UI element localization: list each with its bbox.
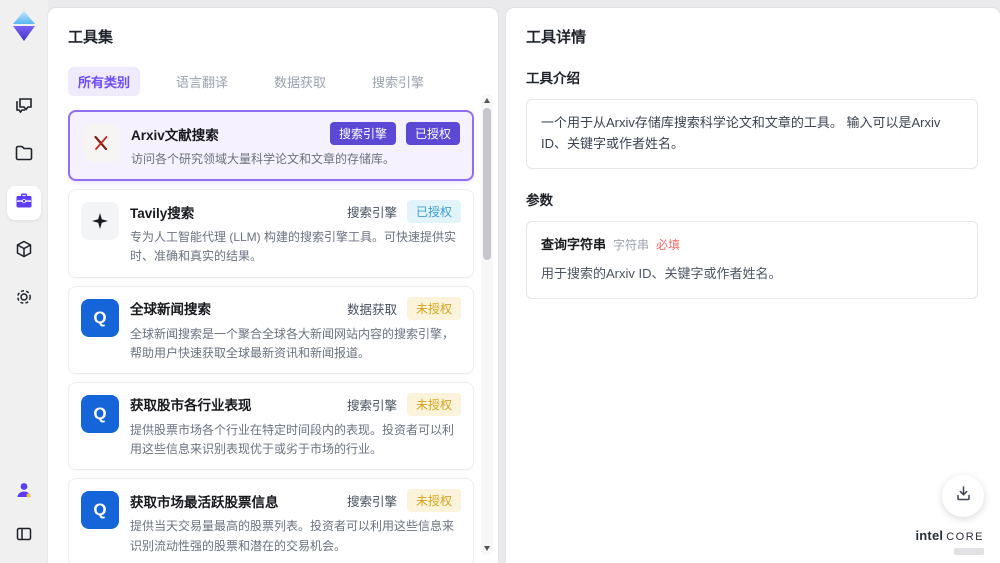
- tab-data-fetch[interactable]: 数据获取: [264, 67, 336, 96]
- tool-card-body: 获取市场最活跃股票信息 搜索引擎 未授权 提供当天交易量最高的股票列表。投资者可…: [130, 489, 461, 555]
- tool-name: Tavily搜索: [130, 205, 195, 221]
- category-label: 搜索引擎: [346, 206, 397, 221]
- folder-icon: [14, 143, 34, 168]
- main-content: 工具集 所有类别 语言翻译 数据获取 搜索引擎 Arxiv文献搜索 搜索引擎 已…: [48, 0, 1000, 563]
- sidebar-item-models[interactable]: [7, 234, 41, 268]
- intro-heading: 工具介绍: [526, 71, 580, 86]
- brand-name: intel: [915, 528, 944, 544]
- news-q-icon: Q: [81, 491, 119, 530]
- tab-language-translation[interactable]: 语言翻译: [166, 67, 238, 96]
- tool-card-arxiv[interactable]: Arxiv文献搜索 搜索引擎 已授权 访问各个研究领域大量科学论文和文章的存储库…: [68, 110, 474, 182]
- tool-card-body: 获取股市各行业表现 搜索引擎 未授权 提供股票市场各个行业在特定时间段内的表现。…: [130, 392, 461, 459]
- tools-panel: 工具集 所有类别 语言翻译 数据获取 搜索引擎 Arxiv文献搜索 搜索引擎 已…: [48, 8, 498, 563]
- auth-badge: 未授权: [406, 489, 461, 513]
- scroll-down-icon[interactable]: [484, 546, 490, 551]
- news-q-icon: Q: [81, 394, 119, 433]
- sparkle-icon: [81, 202, 119, 241]
- brand-logo: intel CORE: [915, 527, 984, 555]
- tool-intro-text: 一个用于从Arxiv存储库搜索科学论文和文章的工具。 输入可以是Arxiv ID…: [526, 99, 978, 169]
- category-label: 数据获取: [346, 302, 397, 317]
- tool-description: 全球新闻搜索是一个聚合全球各大新闻网站内容的搜索引擎，帮助用户快速获取全球最新资…: [130, 326, 455, 360]
- sidebar-item-files[interactable]: [7, 138, 41, 172]
- details-panel-title: 工具详情: [526, 29, 587, 46]
- tool-card-body: 全球新闻搜索 数据获取 未授权 全球新闻搜索是一个聚合全球各大新闻网站内容的搜索…: [130, 296, 461, 363]
- sidebar-item-tools[interactable]: [7, 186, 41, 220]
- tool-name: 获取市场最活跃股票信息: [130, 494, 279, 510]
- panel-toggle-icon: [15, 525, 33, 548]
- auth-badge: 已授权: [406, 200, 461, 224]
- tool-card-tavily[interactable]: Tavily搜索 搜索引擎 已授权 专为人工智能代理 (LLM) 构建的搜索引擎…: [68, 189, 474, 278]
- sidebar-item-settings[interactable]: [7, 282, 41, 316]
- news-q-icon: Q: [81, 298, 119, 337]
- chat-icon: [14, 95, 34, 120]
- auth-badge: 未授权: [406, 296, 461, 320]
- param-type: 字符串: [613, 237, 650, 252]
- tool-list-scrollbar[interactable]: [481, 94, 493, 555]
- tool-card-sector-performance[interactable]: Q 获取股市各行业表现 搜索引擎 未授权 提供股票市场各个行业在特定时间段内的表…: [68, 381, 474, 471]
- brand-subtext-bar: [954, 548, 984, 555]
- tool-description: 提供当天交易量最高的股票列表。投资者可以利用这些信息来识别流动性强的股票和潜在的…: [130, 519, 455, 553]
- tool-description: 提供股票市场各个行业在特定时间段内的表现。投资者可以利用这些信息来识别表现优于或…: [130, 422, 455, 457]
- tool-name: Arxiv文献搜索: [131, 127, 219, 143]
- gear-icon: [14, 287, 34, 312]
- sidebar-bottom: [7, 475, 41, 553]
- tool-name: 获取股市各行业表现: [130, 398, 252, 414]
- tool-description: 专为人工智能代理 (LLM) 构建的搜索引擎工具。可快速提供实时、准确和真实的结…: [130, 230, 457, 264]
- sidebar-item-chat[interactable]: [7, 90, 41, 124]
- category-label: 搜索引擎: [346, 398, 397, 413]
- tool-card-global-news[interactable]: Q 全球新闻搜索 数据获取 未授权 全球新闻搜索是一个聚合全球各大新闻网站内容的…: [68, 285, 474, 374]
- panel-toggle-button[interactable]: [7, 519, 41, 553]
- param-name: 查询字符串: [541, 236, 607, 252]
- tools-panel-title: 工具集: [68, 29, 114, 46]
- tool-list: Arxiv文献搜索 搜索引擎 已授权 访问各个研究领域大量科学论文和文章的存储库…: [68, 110, 474, 563]
- sidebar-nav: [7, 90, 41, 316]
- tool-description: 访问各个研究领域大量科学论文和文章的存储库。: [131, 152, 396, 166]
- param-description: 用于搜索的Arxiv ID、关键字或作者姓名。: [541, 266, 782, 282]
- cube-icon: [14, 239, 34, 264]
- brand-sub: CORE: [946, 531, 984, 544]
- tool-card-active-stocks[interactable]: Q 获取市场最活跃股票信息 搜索引擎 未授权 提供当天交易量最高的股票列表。投资…: [68, 478, 474, 563]
- sidebar: [0, 0, 48, 563]
- tool-card-body: Arxiv文献搜索 搜索引擎 已授权 访问各个研究领域大量科学论文和文章的存储库…: [131, 122, 460, 169]
- app-logo[interactable]: [9, 10, 39, 42]
- tool-name: 全球新闻搜索: [130, 302, 211, 318]
- param-card: 查询字符串 字符串 必填 用于搜索的Arxiv ID、关键字或作者姓名。: [526, 220, 978, 300]
- auth-badge: 未授权: [406, 392, 461, 416]
- arxiv-icon: [82, 124, 120, 162]
- param-required-badge: 必填: [656, 237, 681, 252]
- auth-badge: 已授权: [405, 122, 460, 145]
- download-icon: [954, 484, 973, 508]
- app-root: 工具集 所有类别 语言翻译 数据获取 搜索引擎 Arxiv文献搜索 搜索引擎 已…: [0, 0, 1000, 563]
- category-tabs: 所有类别 语言翻译 数据获取 搜索引擎: [68, 67, 474, 96]
- user-avatar-icon: [14, 480, 34, 505]
- download-button[interactable]: [942, 475, 984, 517]
- tab-search-engine[interactable]: 搜索引擎: [362, 67, 434, 96]
- user-avatar[interactable]: [7, 475, 41, 509]
- briefcase-icon: [14, 191, 34, 216]
- tab-all-categories[interactable]: 所有类别: [68, 67, 141, 96]
- category-badge: 搜索引擎: [329, 122, 396, 145]
- tool-card-body: Tavily搜索 搜索引擎 已授权 专为人工智能代理 (LLM) 构建的搜索引擎…: [130, 200, 461, 266]
- details-panel: 工具详情 工具介绍 一个用于从Arxiv存储库搜索科学论文和文章的工具。 输入可…: [506, 8, 1000, 563]
- params-heading: 参数: [526, 192, 553, 208]
- scroll-up-icon[interactable]: [484, 98, 490, 103]
- category-label: 搜索引擎: [346, 495, 397, 510]
- scrollbar-thumb[interactable]: [483, 108, 491, 260]
